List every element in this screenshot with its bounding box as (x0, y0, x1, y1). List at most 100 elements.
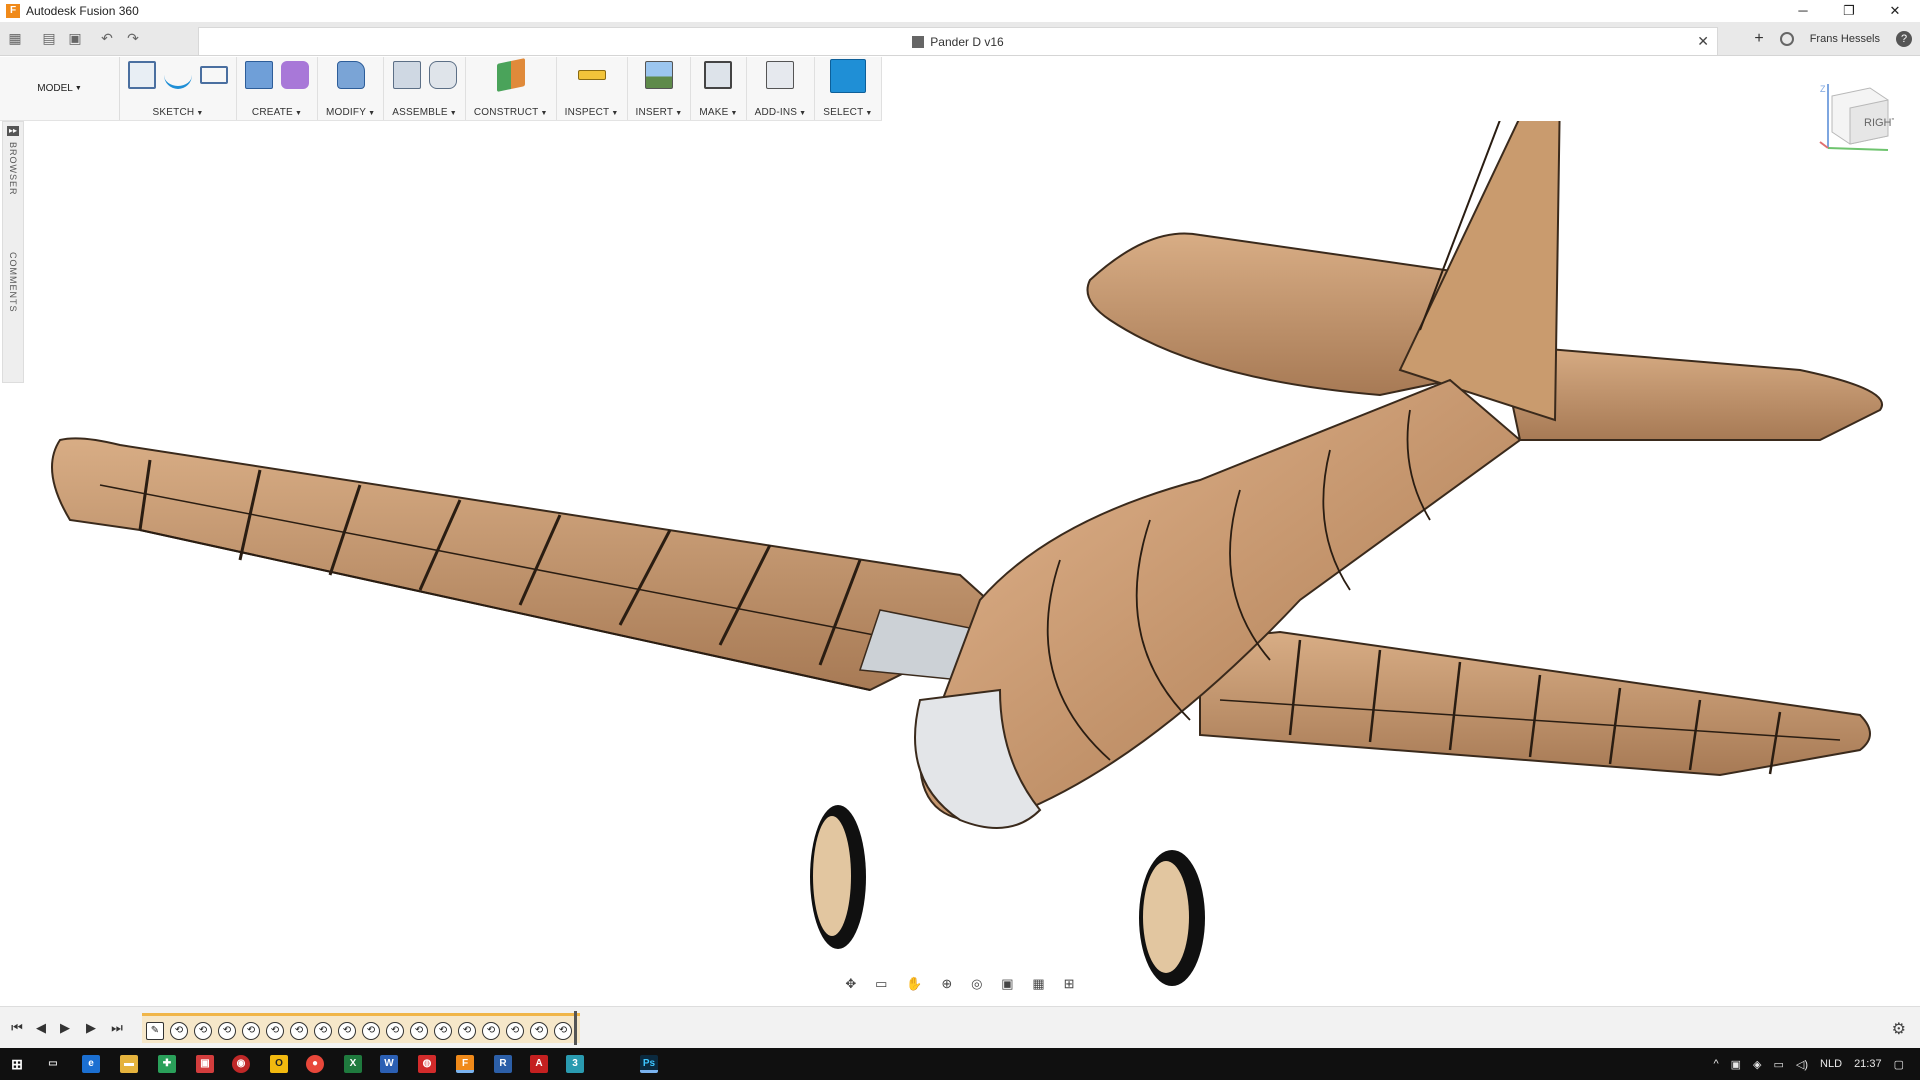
app-icon-red[interactable]: ▣ (196, 1055, 214, 1073)
timeline-play-icon[interactable]: ▶ (56, 1019, 74, 1037)
timeline-last-icon[interactable]: ⏭ (108, 1019, 126, 1037)
orbit-icon[interactable]: ✥ (845, 976, 856, 992)
user-name[interactable]: Frans Hessels (1810, 33, 1880, 45)
viewports-icon[interactable]: ⊞ (1064, 976, 1075, 992)
offset-plane-icon[interactable] (496, 58, 525, 92)
job-status-icon[interactable] (1779, 32, 1794, 46)
display-settings-icon[interactable]: ▣ (1001, 976, 1013, 992)
timeline-feature-icon[interactable]: ⟲ (458, 1022, 476, 1040)
timeline-feature-icon[interactable]: ⟲ (170, 1022, 188, 1040)
timeline-feature-icon[interactable]: ⟲ (266, 1022, 284, 1040)
spline-icon[interactable] (164, 61, 192, 89)
file-menu-icon[interactable]: ▤ (38, 28, 60, 50)
language-indicator[interactable]: NLD (1820, 1058, 1842, 1070)
inspect-group[interactable]: INSPECT ▼ (557, 57, 628, 120)
acrobat-icon[interactable]: A (530, 1055, 548, 1073)
addins-group[interactable]: ADD-INS ▼ (747, 57, 816, 120)
insert-image-icon[interactable] (644, 61, 673, 89)
model-canvas[interactable] (0, 121, 1920, 1001)
notifications-icon[interactable]: ▢ (1894, 1058, 1904, 1071)
timeline-feature-icon[interactable]: ⟲ (386, 1022, 404, 1040)
grid-settings-icon[interactable]: ▦ (1032, 976, 1044, 992)
form-icon[interactable] (281, 61, 309, 89)
press-pull-icon[interactable] (336, 61, 365, 89)
app-icon-pdf[interactable]: ◍ (418, 1055, 436, 1073)
tray-app-icon[interactable]: ▣ (1731, 1058, 1741, 1071)
scripts-addins-icon[interactable] (766, 61, 795, 89)
pan-hand-icon[interactable]: ✋ (906, 976, 922, 992)
photoshop-icon[interactable]: Ps (640, 1055, 658, 1073)
close-window-button[interactable]: ✕ (1872, 0, 1918, 22)
measure-icon[interactable] (577, 70, 606, 80)
view-cube[interactable]: RIGHT Z (1818, 78, 1899, 154)
3d-print-icon[interactable] (704, 61, 733, 89)
timeline-feature-icon[interactable]: ⟲ (362, 1022, 380, 1040)
tray-volume-icon[interactable]: ◁) (1796, 1058, 1808, 1071)
timeline-settings-gear-icon[interactable]: ⚙ (1892, 1019, 1906, 1039)
timeline-feature-icon[interactable]: ⟲ (554, 1022, 572, 1040)
rectangle-icon[interactable] (200, 66, 228, 84)
zoom-icon[interactable]: ⊕ (941, 976, 952, 992)
fit-zoom-icon[interactable]: ◎ (971, 976, 982, 992)
timeline-feature-icon[interactable]: ⟲ (482, 1022, 500, 1040)
modify-group[interactable]: MODIFY ▼ (318, 57, 385, 120)
create-sketch-icon[interactable] (128, 61, 156, 89)
save-icon[interactable]: ▣ (64, 28, 86, 50)
app-icon-yellow[interactable]: O (270, 1055, 288, 1073)
timeline-feature-icon[interactable]: ⟲ (242, 1022, 260, 1040)
timeline-feature-icon[interactable]: ⟲ (434, 1022, 452, 1040)
extrude-icon[interactable] (245, 61, 273, 89)
timeline-sketch-icon[interactable]: ✎ (146, 1022, 164, 1040)
landing-gear[interactable] (810, 805, 1205, 986)
edge-browser-icon[interactable]: e (82, 1055, 100, 1073)
fuselage[interactable] (914, 378, 1522, 829)
app-icon-3[interactable]: 3 (566, 1055, 584, 1073)
timeline-feature-icon[interactable]: ⟲ (314, 1022, 332, 1040)
help-icon[interactable]: ? (1896, 31, 1912, 47)
select-cursor-icon[interactable] (829, 59, 866, 93)
chrome-browser-icon[interactable]: ● (306, 1055, 324, 1073)
make-group[interactable]: MAKE ▼ (691, 57, 747, 120)
minimize-button[interactable]: ─ (1780, 0, 1826, 22)
timeline-feature-icon[interactable]: ⟲ (410, 1022, 428, 1040)
timeline-features[interactable]: ✎ ⟲ ⟲ ⟲ ⟲ ⟲ ⟲ ⟲ ⟲ ⟲ ⟲ ⟲ ⟲ ⟲ ⟲ ⟲ ⟲ ⟲ (142, 1013, 580, 1043)
file-explorer-icon[interactable]: ▬ (120, 1055, 138, 1073)
app-icon-r[interactable]: R (494, 1055, 512, 1073)
app-icon-circle[interactable]: ◉ (232, 1055, 250, 1073)
clock[interactable]: 21:37 (1854, 1058, 1882, 1070)
timeline-next-icon[interactable]: ▶ (82, 1019, 100, 1037)
new-tab-button[interactable]: + (1754, 30, 1763, 48)
tray-shield-icon[interactable]: ◈ (1753, 1058, 1761, 1071)
look-at-icon[interactable]: ▭ (875, 976, 887, 992)
right-wing[interactable] (1199, 630, 1871, 777)
assemble-group[interactable]: ASSEMBLE ▼ (384, 57, 466, 120)
select-group[interactable]: SELECT ▼ (815, 57, 882, 120)
timeline-feature-icon[interactable]: ⟲ (194, 1022, 212, 1040)
word-icon[interactable]: W (380, 1055, 398, 1073)
timeline-previous-icon[interactable]: ◀ (32, 1019, 50, 1037)
create-group[interactable]: CREATE ▼ (237, 57, 318, 120)
fusion-taskbar-icon[interactable]: F (456, 1055, 474, 1073)
data-panel-grid-icon[interactable]: ▦ (4, 28, 26, 50)
new-component-icon[interactable] (392, 61, 421, 89)
construct-group[interactable]: CONSTRUCT ▼ (466, 57, 557, 120)
tray-network-icon[interactable]: ▭ (1774, 1058, 1784, 1071)
insert-group[interactable]: INSERT ▼ (628, 57, 692, 120)
redo-icon[interactable]: ↷ (122, 28, 144, 50)
timeline-feature-icon[interactable]: ⟲ (290, 1022, 308, 1040)
left-wing[interactable] (51, 437, 1012, 692)
timeline-first-icon[interactable]: ⏮ (8, 1019, 26, 1037)
tray-chevron-icon[interactable]: ^ (1713, 1058, 1718, 1070)
restore-button[interactable]: ❐ (1826, 0, 1872, 22)
workspace-switcher[interactable]: MODEL ▼ (0, 57, 120, 120)
timeline-feature-icon[interactable]: ⟲ (530, 1022, 548, 1040)
undo-icon[interactable]: ↶ (96, 28, 118, 50)
timeline-feature-icon[interactable]: ⟲ (506, 1022, 524, 1040)
timeline-marker[interactable] (574, 1011, 577, 1045)
excel-icon[interactable]: X (344, 1055, 362, 1073)
close-tab-icon[interactable]: ✕ (1697, 33, 1709, 50)
timeline-feature-icon[interactable]: ⟲ (218, 1022, 236, 1040)
task-view-icon[interactable]: ▭ (44, 1055, 62, 1073)
timeline-feature-icon[interactable]: ⟲ (338, 1022, 356, 1040)
document-tab[interactable]: Pander D v16 ✕ (198, 27, 1718, 55)
